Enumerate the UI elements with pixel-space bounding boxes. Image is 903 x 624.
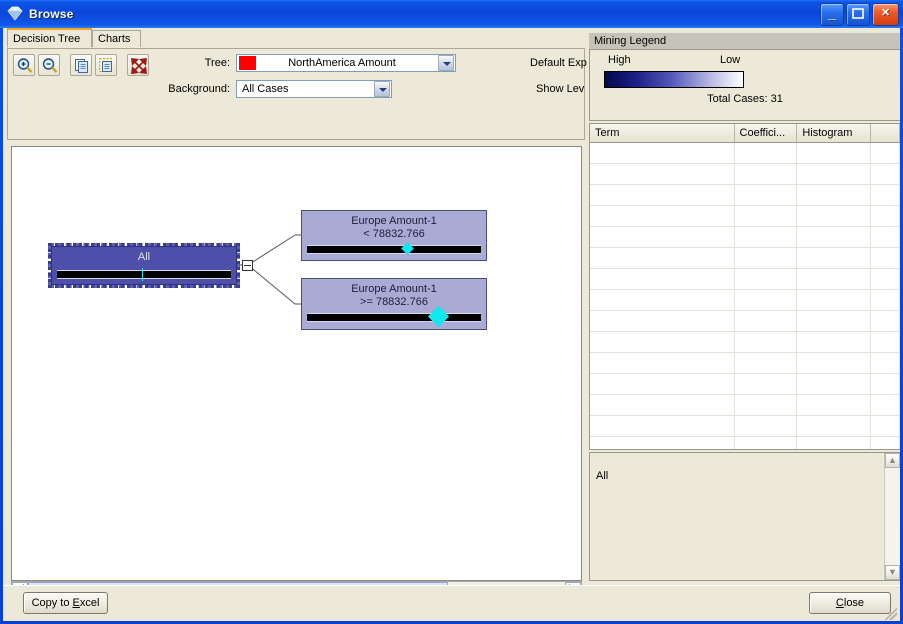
- description-scroll-down-button[interactable]: ▼: [885, 565, 900, 580]
- tree-node-root-selection: [48, 243, 240, 288]
- tree-select[interactable]: NorthAmerica Amount: [236, 54, 456, 72]
- table-row[interactable]: [590, 269, 900, 290]
- background-label: Background:: [168, 83, 230, 95]
- tree-collapse-toggle[interactable]: [242, 260, 253, 271]
- maximize-button[interactable]: [846, 2, 870, 26]
- table-row[interactable]: [590, 374, 900, 395]
- mining-legend-title: Mining Legend: [589, 32, 900, 49]
- gradient-bar: [604, 71, 744, 88]
- mining-legend-grid[interactable]: Term Coeffici... Histogram: [589, 123, 900, 450]
- tab-decision-tree[interactable]: Decision Tree: [7, 28, 92, 48]
- table-row[interactable]: [590, 332, 900, 353]
- table-row[interactable]: [590, 290, 900, 311]
- description-vertical-scrollbar[interactable]: ▲ ▼: [884, 453, 900, 580]
- grid-column-extra[interactable]: [871, 124, 900, 142]
- tree-node-child-1-label: Europe Amount-1 < 78832.766: [351, 215, 437, 240]
- tab-charts-label: Charts: [98, 33, 131, 45]
- gradient-low-label: Low: [720, 54, 741, 66]
- resize-grip[interactable]: [885, 608, 897, 620]
- tree-node-child-2[interactable]: Europe Amount-1 >= 78832.766: [301, 278, 487, 330]
- minimize-button[interactable]: _: [820, 2, 844, 26]
- table-row[interactable]: [590, 185, 900, 206]
- diamond-gem-icon: [5, 5, 25, 23]
- copy-image-icon[interactable]: [95, 54, 117, 76]
- table-row[interactable]: [590, 227, 900, 248]
- tree-node-child-1-bar: [307, 242, 481, 255]
- window-title: Browse: [29, 7, 74, 21]
- grid-column-coefficient[interactable]: Coeffici...: [734, 124, 798, 142]
- table-row[interactable]: [590, 248, 900, 269]
- background-select-row: Background: All Cases: [166, 80, 392, 98]
- chevron-down-icon[interactable]: [374, 81, 390, 97]
- node-description-text: All: [596, 470, 609, 482]
- mining-legend-gradient-panel: High Low Total Cases: 31: [589, 49, 900, 121]
- table-row[interactable]: [590, 164, 900, 185]
- table-row[interactable]: [590, 353, 900, 374]
- tree-label: Tree:: [204, 57, 230, 69]
- gradient-high-label: High: [608, 54, 631, 66]
- copy-to-excel-label: Copy to Excel: [31, 597, 100, 609]
- copy-icon[interactable]: [70, 54, 92, 76]
- close-accel: C: [835, 597, 844, 609]
- toolbar-panel: Tree: NorthAmerica Amount Background: Al…: [7, 48, 587, 140]
- client-area: Decision Tree Charts Tree: NorthAmerica …: [3, 28, 900, 621]
- table-row[interactable]: [590, 437, 900, 449]
- background-select[interactable]: All Cases: [236, 80, 392, 98]
- close-button[interactable]: ✕: [872, 2, 899, 26]
- tree-color-swatch: [239, 56, 256, 70]
- tree-connector-lines: [238, 234, 301, 305]
- tree-select-value: NorthAmerica Amount: [288, 57, 396, 69]
- table-row[interactable]: [590, 311, 900, 332]
- tab-strip: Decision Tree Charts: [3, 28, 588, 48]
- chevron-down-icon: ▼: [888, 567, 897, 577]
- footer-button-bar: Copy to Excel Close: [3, 585, 900, 621]
- zoom-in-icon[interactable]: [13, 54, 35, 76]
- table-row[interactable]: [590, 395, 900, 416]
- table-row[interactable]: [590, 416, 900, 437]
- grid-column-histogram[interactable]: Histogram: [797, 124, 872, 142]
- grid-body: [590, 143, 900, 449]
- node-description-box[interactable]: All ▲ ▼: [589, 452, 900, 581]
- tab-decision-tree-label: Decision Tree: [13, 33, 81, 45]
- total-cases-label: Total Cases: 31: [707, 93, 783, 105]
- tree-node-child-1-marker: [400, 242, 414, 255]
- copy-to-excel-button[interactable]: Copy to Excel: [23, 592, 108, 614]
- grid-column-term[interactable]: Term: [590, 124, 735, 142]
- title-bar: Browse _ ✕: [0, 0, 903, 28]
- show-level-label: Show Lev: [536, 83, 585, 95]
- size-to-fit-icon[interactable]: [127, 54, 149, 76]
- tree-node-child-1[interactable]: Europe Amount-1 < 78832.766: [301, 210, 487, 261]
- chevron-down-icon[interactable]: [438, 55, 454, 71]
- table-row[interactable]: [590, 206, 900, 227]
- tree-node-child-2-bar: [307, 305, 481, 328]
- decision-tree-canvas[interactable]: All Europe Amount-1 < 78832.766 Europe A…: [11, 146, 582, 581]
- description-scroll-up-button[interactable]: ▲: [885, 453, 900, 468]
- grid-header-row: Term Coeffici... Histogram: [590, 124, 900, 143]
- close-label: Close: [835, 597, 865, 609]
- zoom-out-icon[interactable]: [38, 54, 60, 76]
- browse-window: Browse _ ✕ Decision Tree Charts Tree: No…: [0, 0, 903, 624]
- background-select-value: All Cases: [242, 83, 289, 95]
- toolbar-buttons: [13, 54, 149, 76]
- copy-to-excel-accel: E: [72, 597, 80, 609]
- tree-select-row: Tree: NorthAmerica Amount: [198, 54, 456, 72]
- chevron-up-icon: ▲: [888, 455, 897, 465]
- window-controls: _ ✕: [820, 2, 899, 26]
- table-row[interactable]: [590, 143, 900, 164]
- default-expansion-label: Default Exp: [530, 57, 587, 69]
- close-button-footer[interactable]: Close: [809, 592, 891, 614]
- tree-node-child-2-marker: [427, 305, 449, 328]
- tab-charts[interactable]: Charts: [92, 30, 141, 47]
- tree-node-child-2-label: Europe Amount-1 >= 78832.766: [351, 283, 437, 308]
